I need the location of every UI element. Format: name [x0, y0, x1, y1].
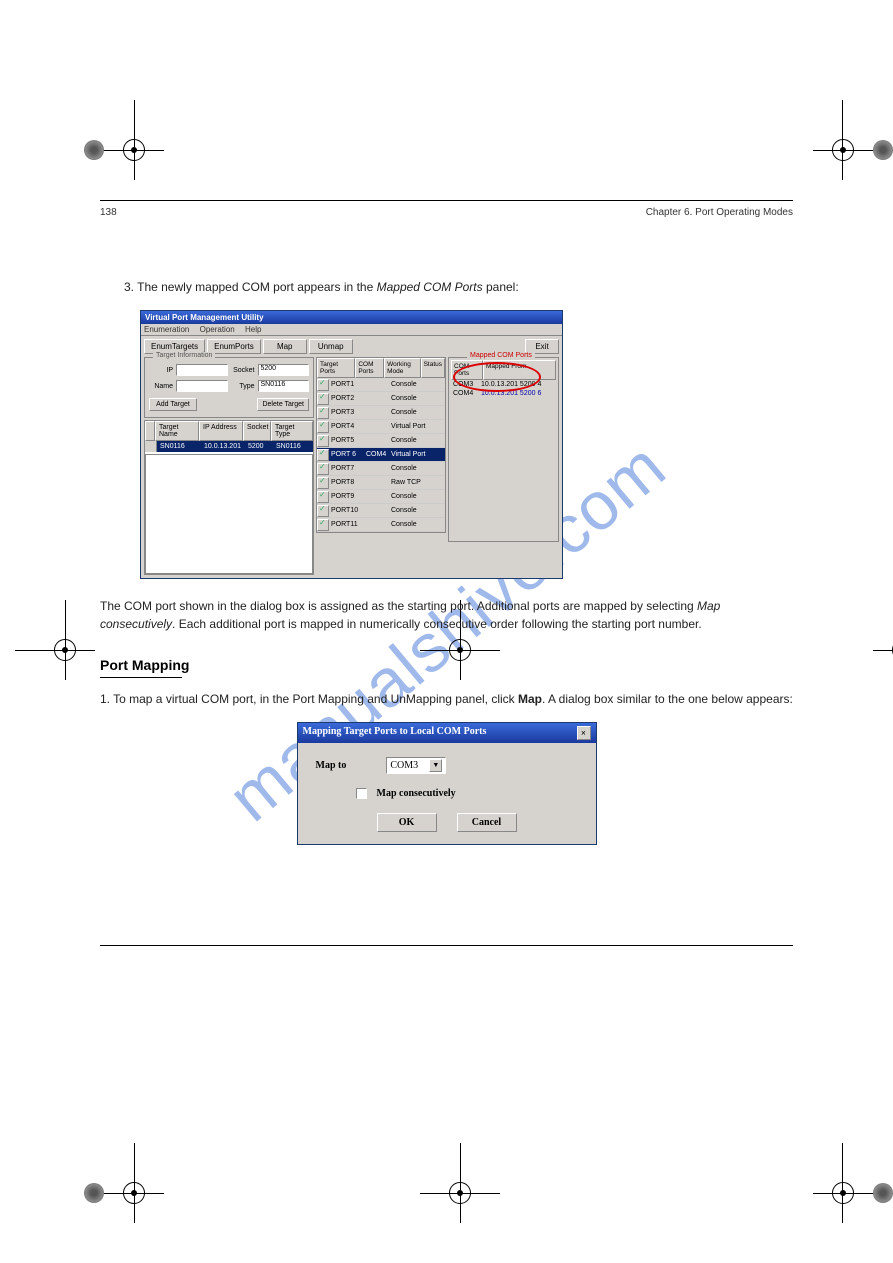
check-icon: [317, 477, 329, 489]
check-icon: [317, 421, 329, 433]
ports-list[interactable]: Target Ports COM Ports Working Mode Stat…: [316, 357, 446, 533]
col-com-ports[interactable]: COM Ports: [355, 358, 384, 378]
name-label: Name: [149, 383, 173, 390]
target-info-group: Target Information IP Socket 5200 Name T…: [144, 357, 314, 418]
dialog-titlebar: Mapping Target Ports to Local COM Ports …: [298, 723, 596, 743]
check-icon: [317, 463, 329, 475]
menu-help[interactable]: Help: [245, 325, 261, 334]
highlight-circle: [453, 362, 541, 392]
map-button[interactable]: Map: [263, 339, 307, 354]
explain-text: The COM port shown in the dialog box is …: [100, 597, 793, 633]
target-row[interactable]: SN0116 10.0.13.201 5200 SN0116: [145, 441, 313, 452]
ok-button[interactable]: OK: [377, 813, 437, 832]
port-row[interactable]: PORT2Console: [317, 392, 445, 406]
unmap-button[interactable]: Unmap: [309, 339, 353, 354]
crop-mark: [84, 1143, 164, 1223]
group-title: Target Information: [153, 352, 215, 359]
port-row[interactable]: PORT7Console: [317, 462, 445, 476]
mapping-dialog: Mapping Target Ports to Local COM Ports …: [297, 722, 597, 845]
crop-mark: [813, 1143, 893, 1223]
ip-input[interactable]: [176, 364, 228, 376]
port-row[interactable]: PORT11Console: [317, 518, 445, 532]
mapped-title: Mapped COM Ports: [467, 352, 535, 359]
menu-operation[interactable]: Operation: [200, 325, 235, 334]
step-text: 1. To map a virtual COM port, in the Por…: [100, 690, 793, 708]
type-input[interactable]: SN0116: [258, 380, 310, 392]
crop-mark: [873, 600, 893, 680]
page-header: 138 Chapter 6. Port Operating Modes: [100, 207, 793, 218]
targets-grid[interactable]: Target Name IP Address Socket Target Typ…: [144, 420, 314, 575]
section-heading: Port Mapping: [100, 657, 793, 673]
col-type[interactable]: Target Type: [271, 421, 313, 441]
window-titlebar: Virtual Port Management Utility: [141, 311, 562, 324]
col-status[interactable]: Status: [421, 358, 445, 378]
col-target-ports[interactable]: Target Ports: [317, 358, 355, 378]
port-row[interactable]: PORT5Console: [317, 434, 445, 448]
add-target-button[interactable]: Add Target: [149, 398, 197, 411]
check-icon: [317, 519, 329, 531]
check-icon: [317, 435, 329, 447]
cancel-button[interactable]: Cancel: [457, 813, 517, 832]
socket-label: Socket: [231, 367, 255, 374]
col-target-name[interactable]: Target Name: [155, 421, 199, 441]
ip-label: IP: [149, 367, 173, 374]
mapto-label: Map to: [316, 760, 347, 771]
map-consecutively-label: Map consecutively: [377, 788, 456, 799]
port-row[interactable]: PORT1Console: [317, 378, 445, 392]
check-icon: [317, 407, 329, 419]
socket-input[interactable]: 5200: [258, 364, 310, 376]
delete-target-button[interactable]: Delete Target: [257, 398, 309, 411]
menu-enumeration[interactable]: Enumeration: [144, 325, 189, 334]
check-icon: [317, 379, 329, 391]
crop-mark: [84, 100, 164, 180]
check-icon: [317, 449, 329, 461]
map-consecutively-checkbox[interactable]: [356, 788, 367, 799]
check-icon: [317, 393, 329, 405]
port-row[interactable]: PORT3Console: [317, 406, 445, 420]
menubar[interactable]: Enumeration Operation Help: [141, 324, 562, 336]
col-socket[interactable]: Socket: [243, 421, 271, 441]
crop-mark: [813, 100, 893, 180]
crop-mark: [420, 1143, 500, 1223]
check-icon: [317, 491, 329, 503]
mapped-ports-group: Mapped COM Ports COM Ports Mapped From C…: [448, 357, 559, 542]
close-icon[interactable]: ×: [577, 726, 591, 740]
port-row[interactable]: PORT9Console: [317, 490, 445, 504]
chapter-title: Chapter 6. Port Operating Modes: [646, 207, 793, 218]
port-row[interactable]: PORT 6COM4Virtual Port: [317, 448, 445, 462]
port-row[interactable]: PORT8Raw TCP: [317, 476, 445, 490]
footer-rule: [100, 945, 793, 946]
col-working-mode[interactable]: Working Mode: [384, 358, 420, 378]
app-window: Virtual Port Management Utility Enumerat…: [140, 310, 563, 579]
col-ip[interactable]: IP Address: [199, 421, 243, 441]
intro-text: 3. The newly mapped COM port appears in …: [124, 278, 793, 296]
type-label: Type: [231, 383, 255, 390]
name-input[interactable]: [176, 380, 228, 392]
port-row[interactable]: PORT4Virtual Port: [317, 420, 445, 434]
port-row[interactable]: PORT10Console: [317, 504, 445, 518]
crop-mark: [15, 600, 95, 680]
chevron-down-icon[interactable]: ▼: [429, 759, 442, 772]
page-number: 138: [100, 207, 117, 218]
check-icon: [317, 505, 329, 517]
com-port-combo[interactable]: COM3 ▼: [386, 757, 446, 774]
